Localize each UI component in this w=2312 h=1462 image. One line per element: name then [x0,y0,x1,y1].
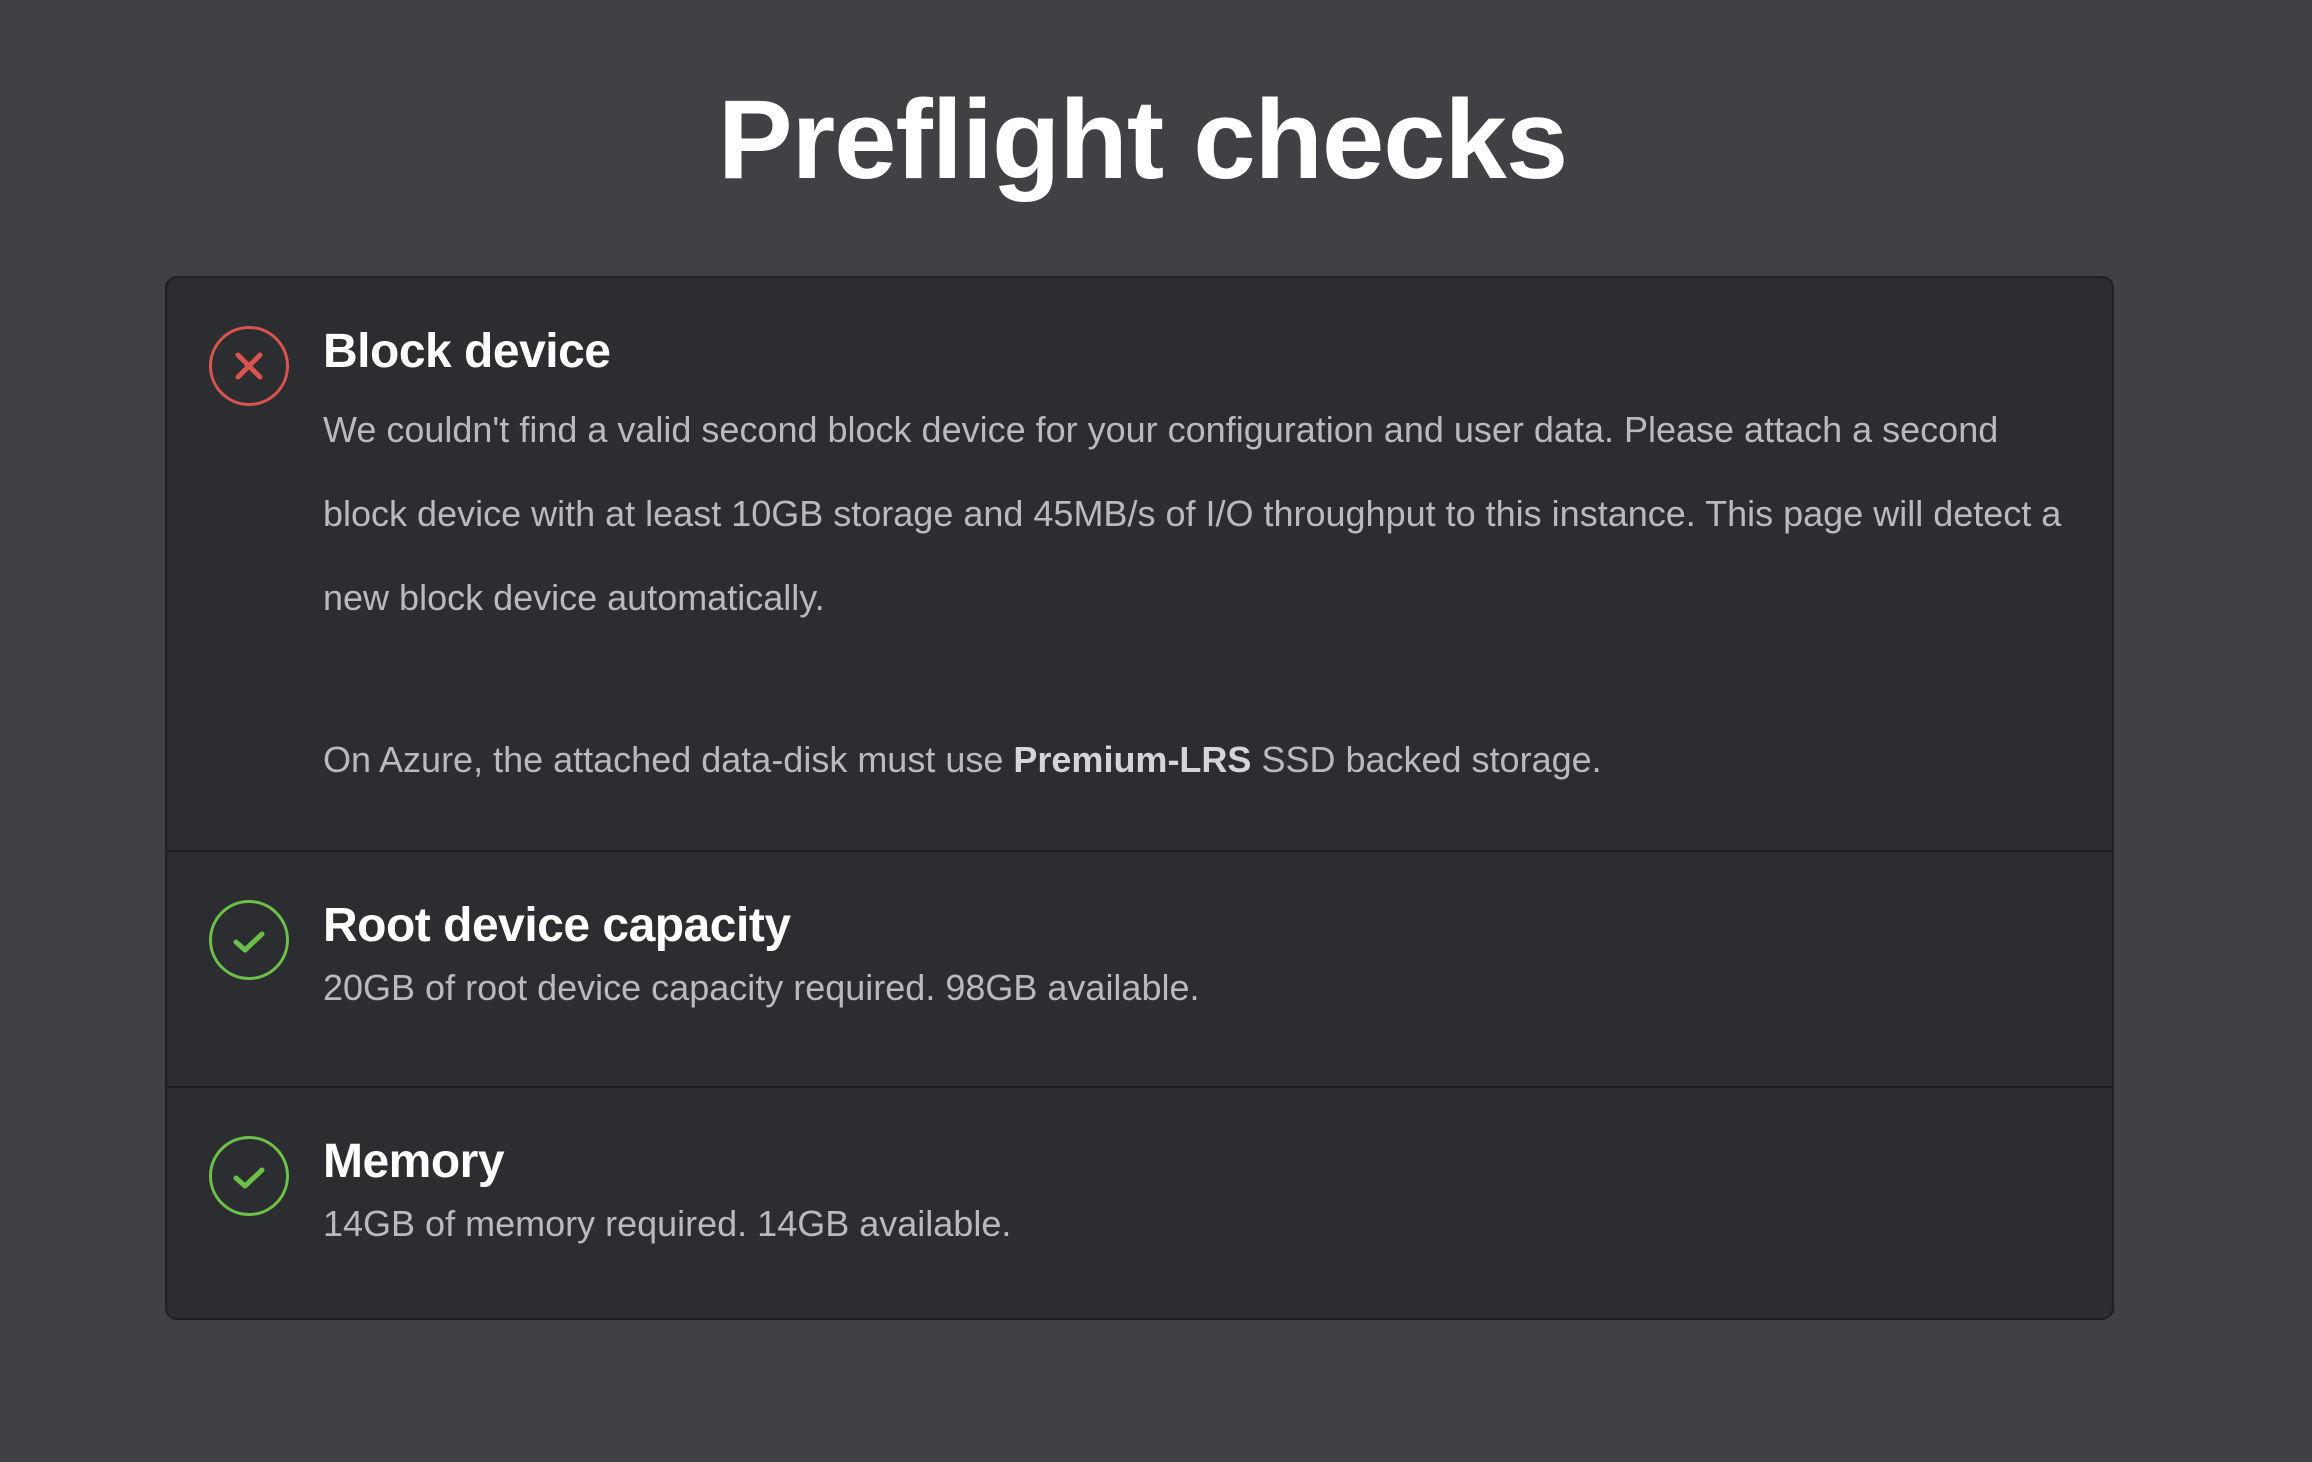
check-description: We couldn't find a valid second block de… [323,409,2062,618]
check-description: 14GB of memory required. 14GB available. [323,1203,1012,1244]
check-note: On Azure, the attached data-disk must us… [323,736,1602,784]
check-circle-icon [209,900,289,980]
check-circle-icon [209,1136,289,1216]
check-note-text: On Azure, the attached data-disk must us… [323,739,1014,780]
check-block-device: Block device We couldn't find a valid se… [167,278,2112,850]
check-root-device-capacity: Root device capacity 20GB of root device… [167,850,2112,1086]
page-title: Preflight checks [717,77,1568,202]
x-circle-icon [209,326,289,406]
check-title: Root device capacity [323,899,791,952]
check-description: 20GB of root device capacity required. 9… [323,967,1200,1008]
checks-panel: Block device We couldn't find a valid se… [165,276,2114,1320]
preflight-page: Preflight checks Block device We couldn'… [0,0,2312,1462]
check-note-text-end: SSD backed storage. [1251,739,1602,780]
check-note-storage-type: Premium-LRS [1013,739,1252,780]
check-title: Block device [323,325,611,378]
check-title: Memory [323,1135,505,1188]
check-memory: Memory 14GB of memory required. 14GB ava… [167,1086,2112,1318]
